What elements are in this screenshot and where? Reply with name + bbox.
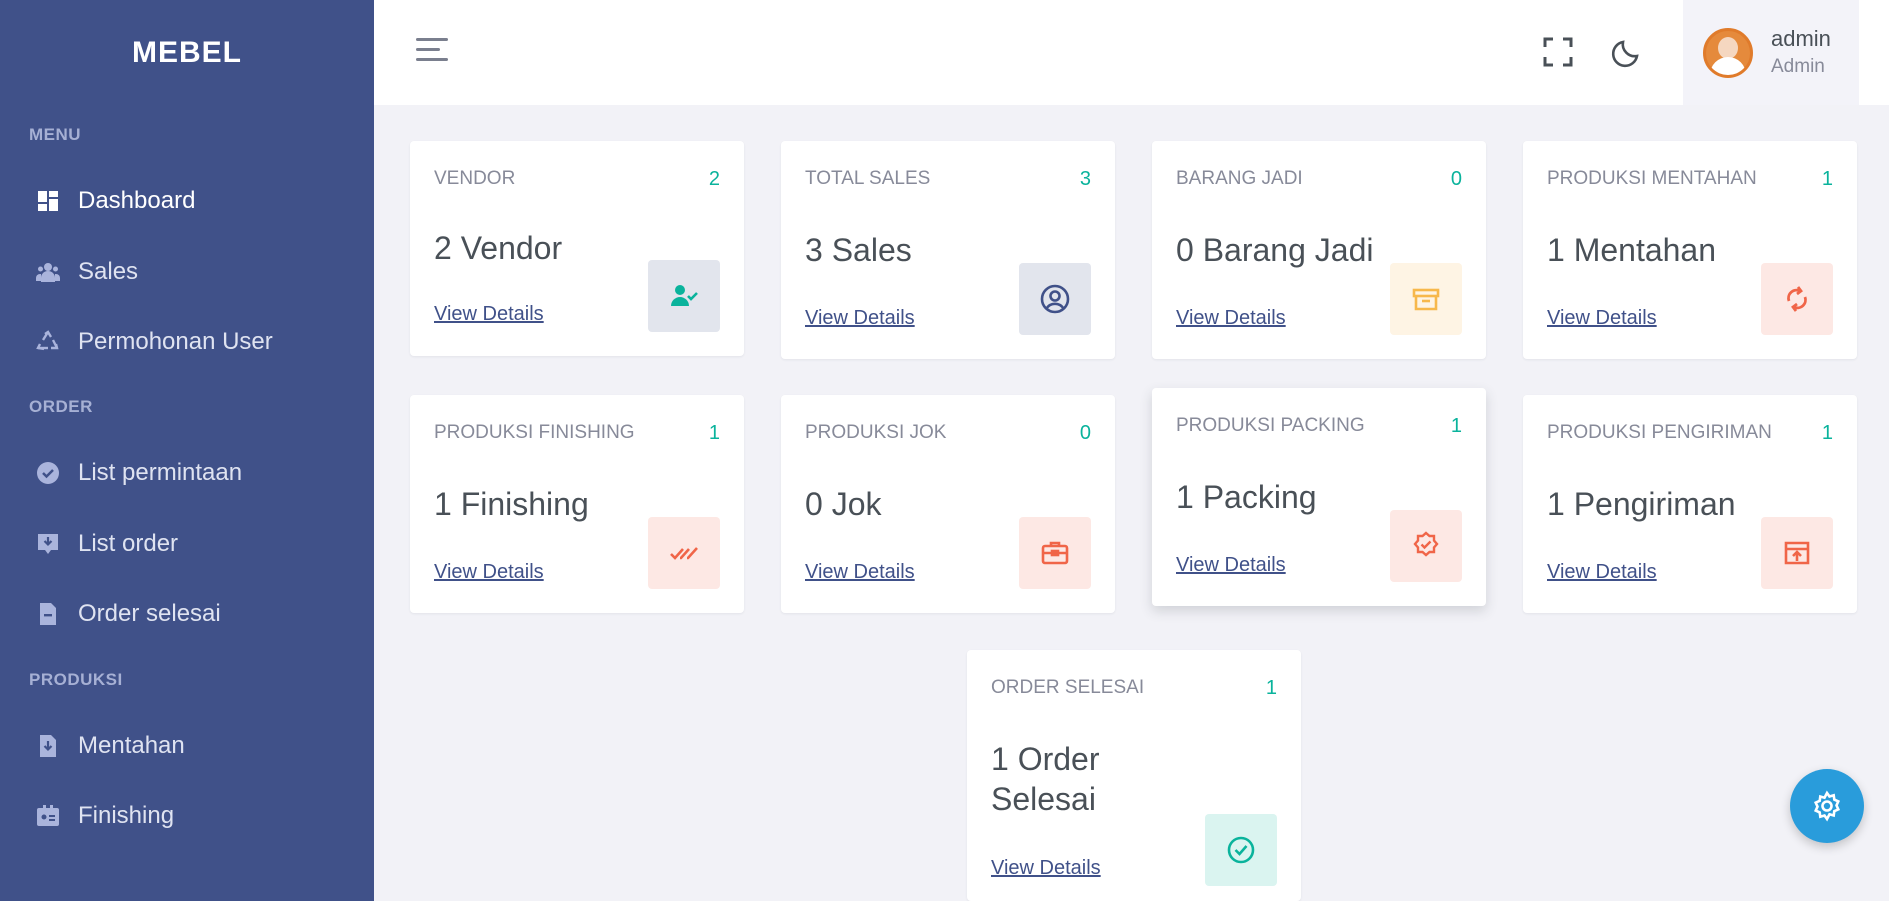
sidebar-item-label: List permintaan [78,459,243,486]
card-value-line1: 1 Order [991,741,1100,777]
dark-mode-moon-icon[interactable] [1611,36,1643,68]
card-label: ORDER SELESAI [991,677,1145,698]
card-value: 3 Sales [805,232,912,268]
card-barang-jadi: BARANG JADI 0 0 Barang Jadi View Details [1152,141,1486,359]
sidebar-item-dashboard[interactable]: Dashboard [0,173,374,229]
card-produksi-jok: PRODUKSI JOK 0 0 Jok View Details [781,395,1115,613]
card-label: PRODUKSI PACKING [1176,415,1365,436]
briefcase-icon [1019,517,1091,589]
fullscreen-icon[interactable] [1542,36,1574,68]
user-name: admin [1771,26,1831,51]
card-value: 0 Jok [805,486,882,522]
file-icon [36,602,60,626]
section-title-order: ORDER [29,397,93,416]
card-produksi-finishing: PRODUKSI FINISHING 1 1 Finishing View De… [410,395,744,613]
check-circle-icon [1205,814,1277,886]
card-value: 1 Pengiriman [1547,486,1736,522]
section-title-menu: MENU [29,125,82,144]
card-count: 2 [708,168,720,190]
sidebar-item-finishing[interactable]: Finishing [0,788,374,844]
recycle-icon [36,330,60,354]
view-details-link[interactable]: View Details [434,561,544,584]
sidebar-item-label: Mentahan [78,732,185,759]
view-details-link[interactable]: View Details [805,561,915,584]
card-label: PRODUKSI PENGIRIMAN [1547,422,1772,443]
card-label: PRODUKSI FINISHING [434,422,635,443]
card-count: 0 [1450,168,1462,190]
sidebar-item-label: Permohonan User [78,328,273,355]
sidebar-item-label: Sales [78,258,139,285]
check-circle-icon [36,461,60,485]
gear-icon [1813,790,1841,822]
card-label: PRODUKSI JOK [805,422,947,443]
double-check-icon [648,517,720,589]
view-details-link[interactable]: View Details [991,857,1101,880]
archive-up-icon [1761,517,1833,589]
user-profile-dropdown[interactable]: admin Admin [1683,0,1859,105]
card-produksi-mentahan: PRODUKSI MENTAHAN 1 1 Mentahan View Deta… [1523,141,1857,359]
card-label: VENDOR [434,168,516,189]
view-details-link[interactable]: View Details [1176,307,1286,330]
section-title-produksi: PRODUKSI [29,670,123,689]
user-circle-icon [1019,263,1091,335]
user-check-icon [648,260,720,332]
card-count: 1 [1821,422,1833,444]
card-label: BARANG JADI [1176,168,1303,189]
card-count: 1 [1450,415,1462,437]
sidebar-item-list-permintaan[interactable]: List permintaan [0,445,374,501]
dashboard-icon [36,189,60,213]
download-box-icon [36,532,60,556]
sidebar-item-sales[interactable]: Sales [0,244,374,300]
badge-check-icon [1390,510,1462,582]
card-count: 3 [1079,168,1091,190]
id-card-icon [36,804,60,828]
card-value: 1 Finishing [434,486,589,522]
card-label: PRODUKSI MENTAHAN [1547,168,1757,189]
refresh-icon [1761,263,1833,335]
archive-icon [1390,263,1462,335]
sidebar-item-label: Order selesai [78,600,221,627]
card-value: 0 Barang Jadi [1176,232,1374,268]
hamburger-menu-icon[interactable] [416,38,448,64]
card-label: TOTAL SALES [805,168,931,189]
sidebar-item-order-selesai[interactable]: Order selesai [0,586,374,642]
view-details-link[interactable]: View Details [805,307,915,330]
settings-gear-button[interactable] [1790,769,1864,843]
view-details-link[interactable]: View Details [1547,561,1657,584]
card-value: 2 Vendor [434,230,563,266]
sidebar-item-label: Finishing [78,802,175,829]
view-details-link[interactable]: View Details [1176,554,1286,577]
card-vendor: VENDOR 2 2 Vendor View Details [410,141,744,356]
sidebar-item-label: List order [78,530,179,557]
card-count: 1 [1265,677,1277,699]
users-icon [36,260,60,284]
card-value-line2: Selesai [991,781,1096,817]
card-count: 1 [708,422,720,444]
sidebar-item-permohonan-user[interactable]: Permohonan User [0,314,374,370]
card-produksi-pengiriman: PRODUKSI PENGIRIMAN 1 1 Pengiriman View … [1523,395,1857,613]
app-logo[interactable]: MEBEL [0,36,374,70]
card-count: 1 [1821,168,1833,190]
card-count: 0 [1079,422,1091,444]
avatar [1703,28,1753,78]
file-download-icon [36,734,60,758]
sidebar-item-label: Dashboard [78,187,196,214]
view-details-link[interactable]: View Details [434,303,544,326]
card-total-sales: TOTAL SALES 3 3 Sales View Details [781,141,1115,359]
card-order-selesai: ORDER SELESAI 1 1 Order Selesai View Det… [967,650,1301,901]
sidebar-item-list-order[interactable]: List order [0,516,374,572]
user-role: Admin [1771,56,1825,77]
card-value: 1 Mentahan [1547,232,1717,268]
sidebar: MEBEL MENU Dashboard Sales Permohonan Us… [0,0,374,901]
topbar: admin Admin [374,0,1889,105]
card-produksi-packing: PRODUKSI PACKING 1 1 Packing View Detail… [1152,388,1486,606]
view-details-link[interactable]: View Details [1547,307,1657,330]
card-value: 1 Packing [1176,479,1317,515]
sidebar-item-mentahan[interactable]: Mentahan [0,718,374,774]
